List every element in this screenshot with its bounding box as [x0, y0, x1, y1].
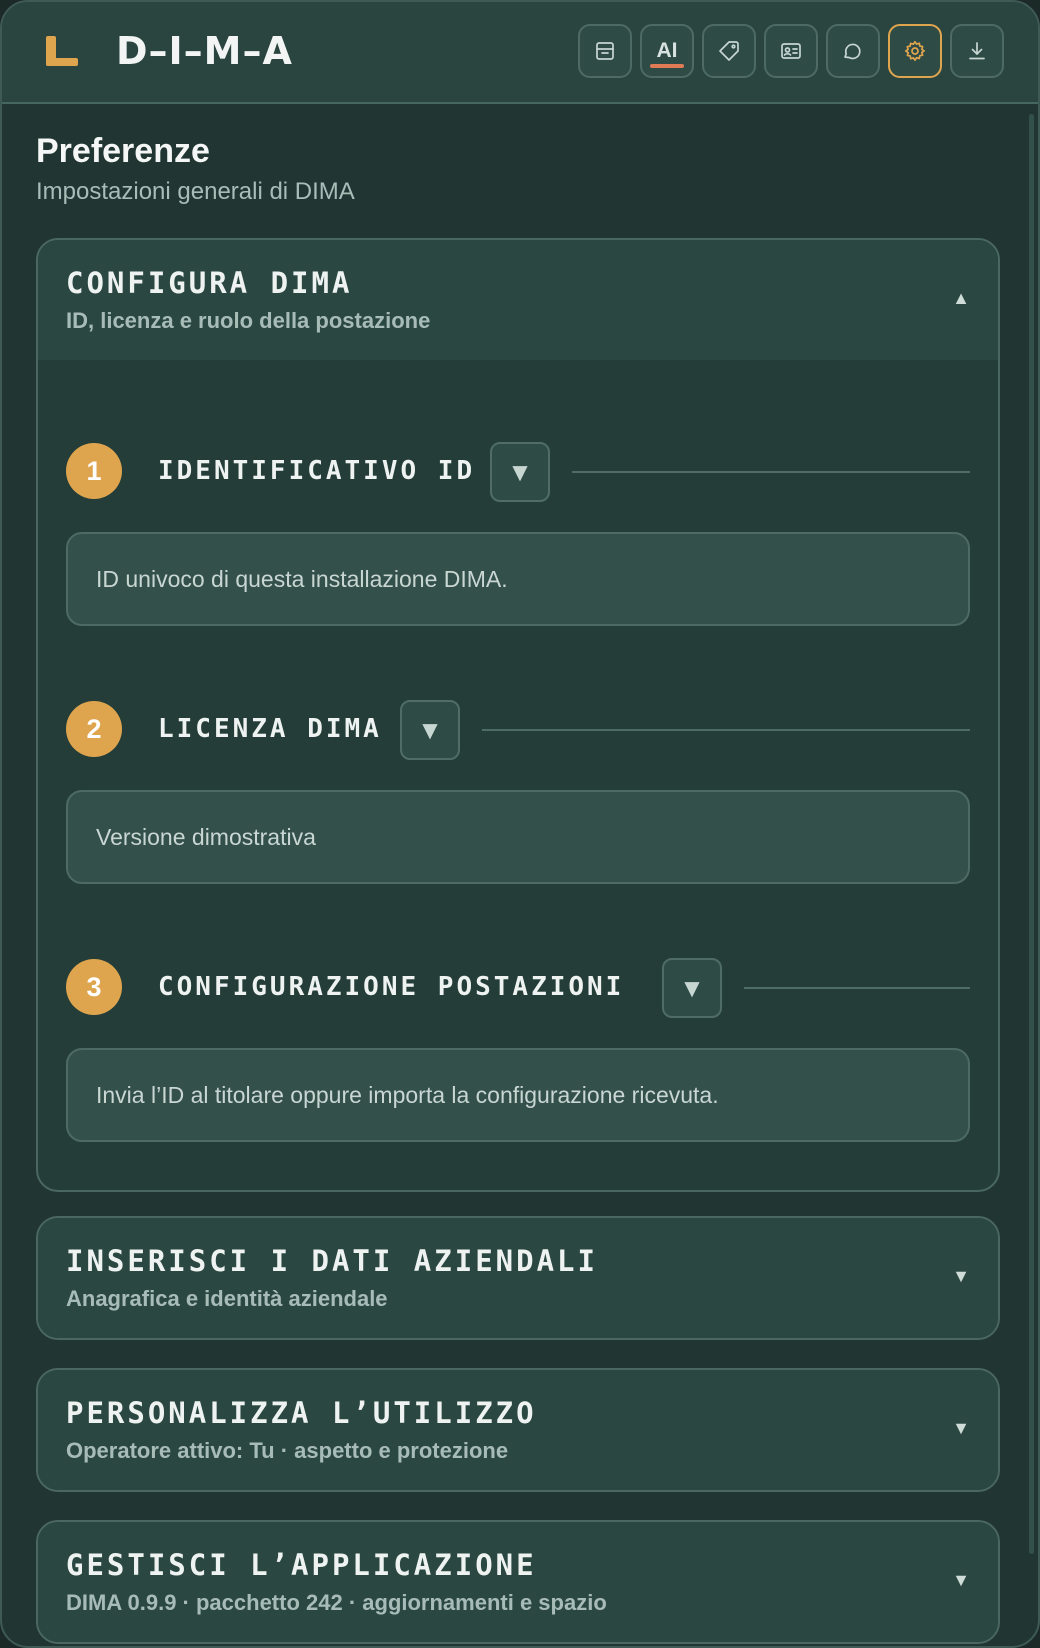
section-header[interactable]: GESTISCI L’APPLICAZIONE DIMA 0.9.9 · pac…	[38, 1522, 998, 1642]
divider	[744, 987, 970, 989]
chevron-up-icon[interactable]: ▲	[952, 288, 970, 309]
archive-button[interactable]	[578, 24, 632, 78]
dima-logo-icon	[46, 36, 78, 66]
tag-icon	[719, 41, 739, 61]
step-expand-button[interactable]: ▼	[662, 958, 722, 1018]
section-title: INSERISCI I DATI AZIENDALI	[66, 1244, 598, 1278]
section-header[interactable]: PERSONALIZZA L’UTILIZZO Operatore attivo…	[38, 1370, 998, 1490]
ai-icon: AI	[656, 39, 678, 62]
step-title: LICENZA DIMA	[158, 714, 382, 744]
chevron-down-icon: ▼	[679, 972, 705, 1003]
archive-icon	[596, 42, 614, 60]
active-indicator	[650, 64, 684, 68]
app-title: D–I–M–A	[116, 29, 293, 73]
preferences-panel: Preferenze Impostazioni generali di DIMA…	[2, 106, 1032, 1646]
scrollbar[interactable]	[1029, 114, 1034, 1554]
step-number-badge: 2	[66, 701, 122, 757]
tags-button[interactable]	[702, 24, 756, 78]
download-icon	[969, 42, 985, 60]
id-card-icon	[781, 43, 801, 59]
divider	[482, 729, 970, 731]
section-title: CONFIGURA DIMA	[66, 266, 353, 300]
contacts-button[interactable]	[764, 24, 818, 78]
step-expand-button[interactable]: ▼	[400, 700, 460, 760]
section-subtitle: Operatore attivo: Tu · aspetto e protezi…	[66, 1438, 509, 1463]
section-configura-dima: CONFIGURA DIMA ID, licenza e ruolo della…	[36, 238, 1000, 1192]
section-title: GESTISCI L’APPLICAZIONE	[66, 1548, 537, 1582]
step-info-box: Invia l’ID al titolare oppure importa la…	[66, 1048, 970, 1142]
page-subtitle: Impostazioni generali di DIMA	[36, 178, 355, 205]
step-title: CONFIGURAZIONE POSTAZIONI	[158, 972, 625, 1002]
chevron-down-icon: ▼	[507, 456, 533, 487]
chevron-down-icon[interactable]: ▼	[952, 1266, 970, 1287]
step-info-box: Versione dimostrativa	[66, 790, 970, 884]
step-number-badge: 3	[66, 959, 122, 1015]
app-header: D–I–M–A AI	[2, 2, 1038, 104]
ai-button[interactable]: AI	[640, 24, 694, 78]
step-expand-button[interactable]: ▼	[490, 442, 550, 502]
chevron-down-icon[interactable]: ▼	[952, 1570, 970, 1591]
step-licenza-dima: 2 LICENZA DIMA ▼	[66, 700, 970, 760]
section-title: PERSONALIZZA L’UTILIZZO	[66, 1396, 537, 1430]
download-button[interactable]	[950, 24, 1004, 78]
app-window: D–I–M–A AI Preferenze Impostazioni gener…	[0, 0, 1040, 1648]
settings-button[interactable]	[888, 24, 942, 78]
section-header[interactable]: INSERISCI I DATI AZIENDALI Anagrafica e …	[38, 1218, 998, 1338]
section-gestisci-applicazione: GESTISCI L’APPLICAZIONE DIMA 0.9.9 · pac…	[36, 1520, 1000, 1644]
section-personalizza-utilizzo: PERSONALIZZA L’UTILIZZO Operatore attivo…	[36, 1368, 1000, 1492]
chat-bubble-icon	[844, 43, 861, 60]
step-configurazione-postazioni: 3 CONFIGURAZIONE POSTAZIONI ▼	[66, 958, 970, 1018]
section-subtitle: DIMA 0.9.9 · pacchetto 242 · aggiornamen…	[66, 1590, 607, 1615]
step-number-badge: 1	[66, 443, 122, 499]
section-subtitle: Anagrafica e identità aziendale	[66, 1286, 388, 1311]
section-subtitle: ID, licenza e ruolo della postazione	[66, 308, 431, 333]
section-header[interactable]: CONFIGURA DIMA ID, licenza e ruolo della…	[38, 240, 998, 360]
messages-button[interactable]	[826, 24, 880, 78]
divider	[572, 471, 970, 473]
chevron-down-icon: ▼	[417, 714, 443, 745]
chevron-down-icon[interactable]: ▼	[952, 1418, 970, 1439]
step-title: IDENTIFICATIVO ID	[158, 456, 476, 486]
page-title: Preferenze	[36, 132, 210, 170]
gear-icon	[904, 40, 925, 62]
section-dati-aziendali: INSERISCI I DATI AZIENDALI Anagrafica e …	[36, 1216, 1000, 1340]
step-info-box: ID univoco di questa installazione DIMA.	[66, 532, 970, 626]
step-identificativo-id: 1 IDENTIFICATIVO ID ▼	[66, 442, 970, 502]
